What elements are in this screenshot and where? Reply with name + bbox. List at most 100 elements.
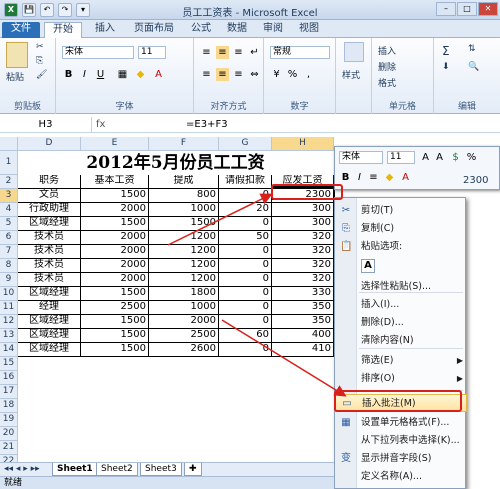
- cell-base-salary[interactable]: 1500: [81, 329, 149, 343]
- row-header[interactable]: 12: [0, 315, 18, 329]
- styles-icon[interactable]: [344, 42, 364, 62]
- cell-gross-pay[interactable]: 330: [272, 287, 334, 301]
- header-cell-commission[interactable]: 提成: [149, 175, 219, 189]
- cell-position[interactable]: 经理: [18, 301, 81, 315]
- italic-button[interactable]: I: [78, 68, 91, 81]
- tab-file[interactable]: 文件: [2, 22, 40, 38]
- cell-leave-deduction[interactable]: 50: [219, 231, 272, 245]
- cell-commission[interactable]: 1000: [149, 301, 219, 315]
- cell-position[interactable]: 行政助理: [18, 203, 81, 217]
- mini-font-color-icon[interactable]: A: [399, 171, 412, 184]
- row-header[interactable]: 6: [0, 231, 18, 245]
- sheet-tab-2[interactable]: Sheet2: [96, 463, 138, 476]
- percent-format-icon[interactable]: %: [465, 151, 478, 164]
- autosum-button[interactable]: Σ: [442, 44, 450, 58]
- cell-position[interactable]: 技术员: [18, 245, 81, 259]
- mini-italic-button[interactable]: I: [353, 171, 366, 184]
- menu-item-delete[interactable]: 删除(D)...: [335, 314, 467, 332]
- close-button[interactable]: ✕: [478, 2, 498, 16]
- mini-align-button[interactable]: ≡: [367, 171, 380, 184]
- cell-leave-deduction[interactable]: 0: [219, 315, 272, 329]
- menu-item-define-name[interactable]: 定义名称(A)...: [335, 468, 467, 486]
- cell-base-salary[interactable]: 1500: [81, 343, 149, 357]
- row-header[interactable]: 11: [0, 301, 18, 315]
- align-middle-icon[interactable]: ≡: [216, 46, 229, 59]
- row-header[interactable]: 9: [0, 273, 18, 287]
- cell-base-salary[interactable]: 1500: [81, 287, 149, 301]
- merge-center-icon[interactable]: ⇔: [248, 68, 261, 81]
- row-header[interactable]: 20: [0, 427, 18, 441]
- cell-leave-deduction[interactable]: 0: [219, 245, 272, 259]
- cell-base-salary[interactable]: 2000: [81, 259, 149, 273]
- font-size-combo[interactable]: 11: [138, 46, 166, 59]
- cell-base-salary[interactable]: 2000: [81, 245, 149, 259]
- menu-item-paste-default[interactable]: A: [335, 256, 467, 276]
- cell-leave-deduction[interactable]: 0: [219, 287, 272, 301]
- sheet-nav-icon[interactable]: ◂◂ ◂ ▸ ▸▸: [4, 464, 40, 474]
- menu-item-insert[interactable]: 插入(I)...: [335, 296, 467, 314]
- cell-leave-deduction[interactable]: 0: [219, 217, 272, 231]
- align-right-icon[interactable]: ≡: [232, 68, 245, 81]
- row-header[interactable]: 10: [0, 287, 18, 301]
- mini-size-combo[interactable]: 11: [387, 151, 415, 164]
- cell-leave-deduction[interactable]: 60: [219, 329, 272, 343]
- cell-leave-deduction[interactable]: 20: [219, 203, 272, 217]
- row-header[interactable]: 7: [0, 245, 18, 259]
- cell-base-salary[interactable]: 2000: [81, 231, 149, 245]
- select-all-corner[interactable]: [0, 137, 18, 151]
- maximize-button[interactable]: □: [457, 2, 477, 16]
- menu-item-show-phonetic[interactable]: 变显示拼音字段(S): [335, 450, 467, 468]
- cell-position[interactable]: 区域经理: [18, 329, 81, 343]
- cell-position[interactable]: 技术员: [18, 231, 81, 245]
- row-header[interactable]: 2: [0, 175, 18, 189]
- cell-gross-pay[interactable]: 350: [272, 315, 334, 329]
- minimize-button[interactable]: –: [436, 2, 456, 16]
- mini-fill-color-icon[interactable]: ◆: [383, 171, 396, 184]
- cell-commission[interactable]: 800: [149, 189, 219, 203]
- underline-button[interactable]: U: [94, 68, 107, 81]
- menu-item-filter[interactable]: 筛选(E) ▶: [335, 352, 467, 370]
- row-header[interactable]: 17: [0, 385, 18, 399]
- row-header[interactable]: 4: [0, 203, 18, 217]
- column-header-e[interactable]: E: [81, 137, 149, 151]
- fx-icon[interactable]: fx: [96, 117, 105, 132]
- font-name-combo[interactable]: 宋体: [62, 46, 134, 59]
- cell-commission[interactable]: 1200: [149, 231, 219, 245]
- header-cell-position[interactable]: 职务: [18, 175, 81, 189]
- row-header[interactable]: 8: [0, 259, 18, 273]
- cell-position[interactable]: 区域经理: [18, 315, 81, 329]
- menu-item-paste-special[interactable]: 选择性粘贴(S)...: [335, 278, 467, 296]
- comma-button[interactable]: ,: [302, 68, 315, 81]
- name-box[interactable]: H3: [0, 117, 92, 133]
- format-painter-icon[interactable]: 🖌: [36, 70, 47, 80]
- cell-base-salary[interactable]: 1500: [81, 315, 149, 329]
- cell-leave-deduction[interactable]: 0: [219, 273, 272, 287]
- cut-icon[interactable]: ✂: [36, 42, 44, 52]
- cell-commission[interactable]: 2000: [149, 315, 219, 329]
- fill-color-icon[interactable]: ◆: [134, 68, 147, 81]
- mini-bold-button[interactable]: B: [339, 171, 352, 184]
- menu-item-format-cells[interactable]: ▦ 设置单元格格式(F)...: [335, 414, 467, 432]
- cell-commission[interactable]: 1200: [149, 273, 219, 287]
- cell-position[interactable]: 文员: [18, 189, 81, 203]
- cell-leave-deduction[interactable]: 0: [219, 301, 272, 315]
- cell-position[interactable]: 区域经理: [18, 287, 81, 301]
- column-header-f[interactable]: F: [149, 137, 219, 151]
- sheet-tab-3[interactable]: Sheet3: [140, 463, 182, 476]
- menu-item-pick-from-list[interactable]: 从下拉列表中选择(K)...: [335, 432, 467, 450]
- cell-gross-pay[interactable]: 400: [272, 329, 334, 343]
- menu-item-copy[interactable]: ⎘ 复制(C): [335, 220, 467, 238]
- cell-gross-pay[interactable]: 300: [272, 203, 334, 217]
- align-top-icon[interactable]: ≡: [200, 46, 213, 59]
- currency-format-icon[interactable]: $: [449, 151, 462, 164]
- header-cell-leave-deduction[interactable]: 请假扣款: [219, 175, 272, 189]
- cell-base-salary[interactable]: 2000: [81, 203, 149, 217]
- paste-icon[interactable]: [6, 42, 28, 68]
- styles-button[interactable]: 样式: [342, 68, 360, 81]
- cell-commission[interactable]: 2500: [149, 329, 219, 343]
- border-icon[interactable]: ▦: [116, 68, 129, 81]
- cell-position[interactable]: 技术员: [18, 259, 81, 273]
- cell-gross-pay[interactable]: 320: [272, 259, 334, 273]
- sheet-tab-1[interactable]: Sheet1: [52, 463, 98, 476]
- cell-position[interactable]: 区域经理: [18, 343, 81, 357]
